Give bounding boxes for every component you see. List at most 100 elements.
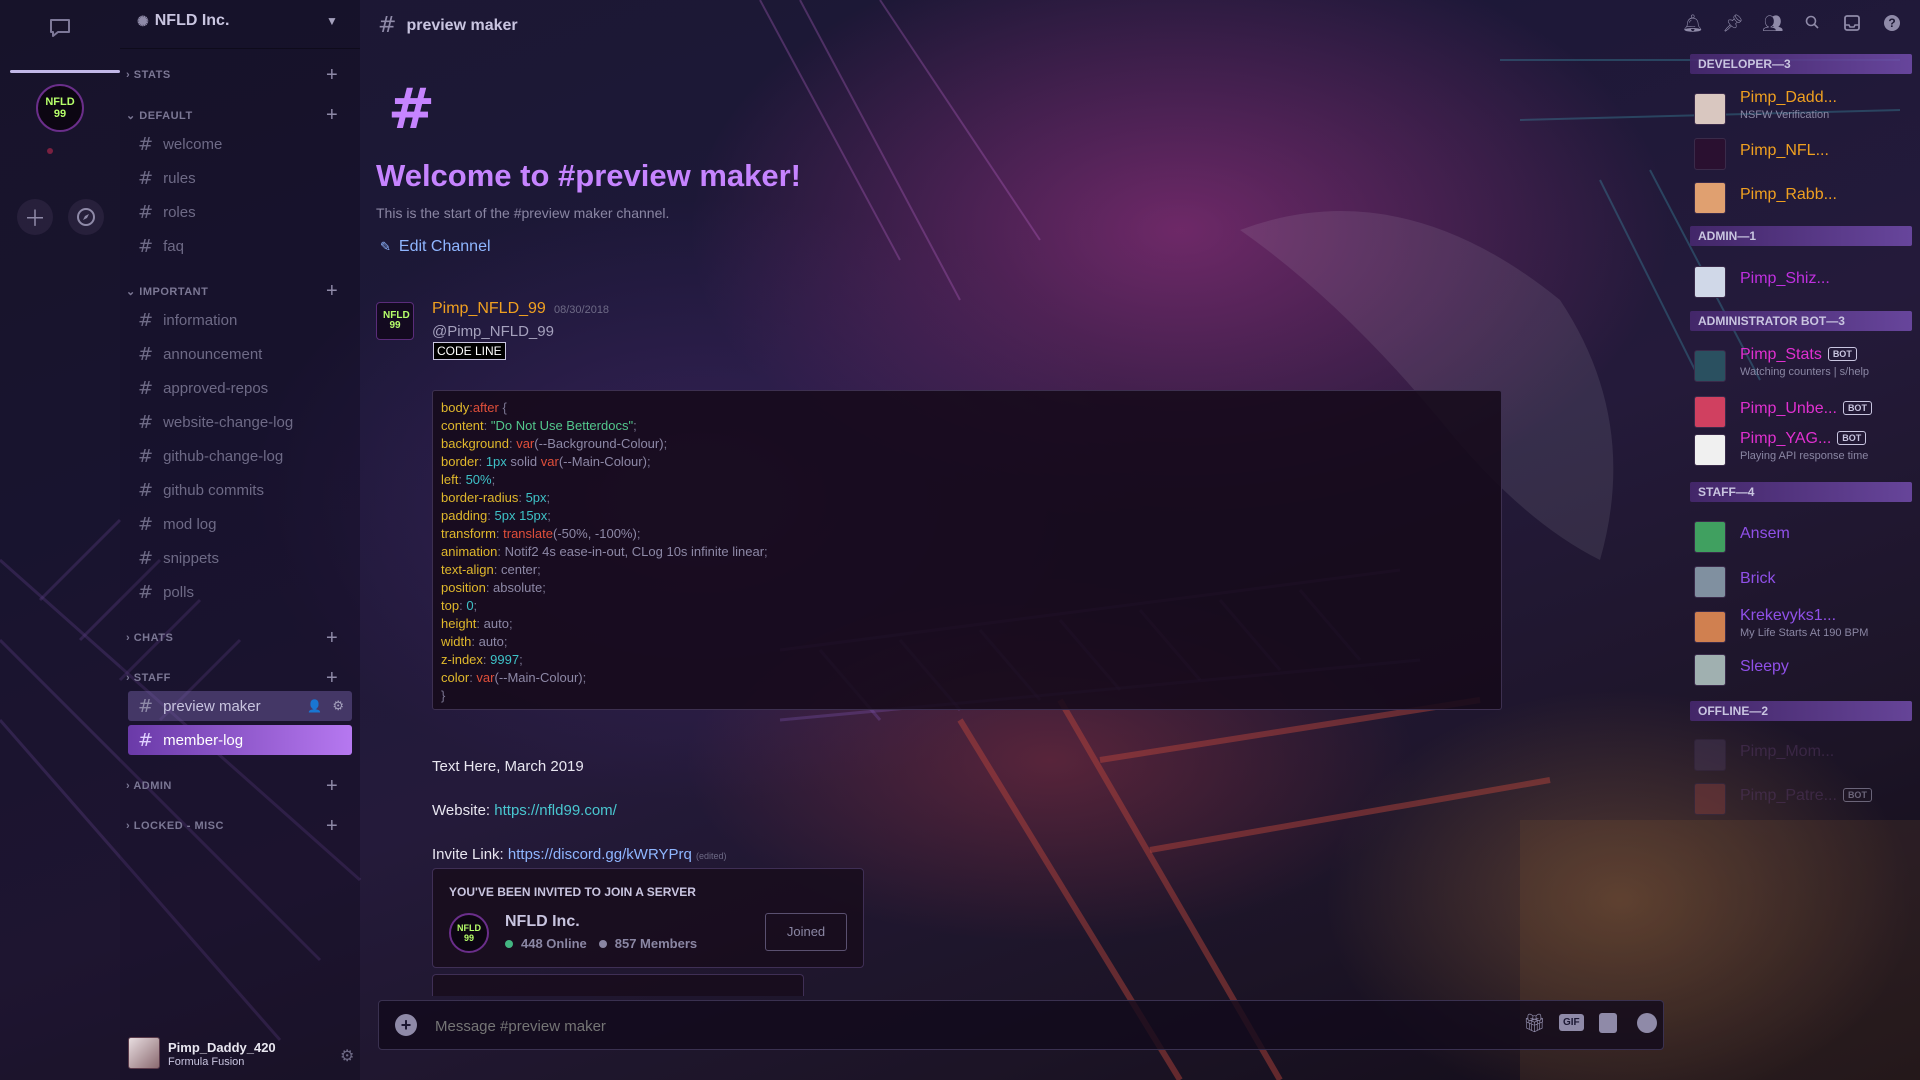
emoji-icon[interactable] — [1637, 1013, 1657, 1033]
channel-roles[interactable]: # roles — [138, 202, 196, 223]
channel-polls[interactable]: # polls — [138, 582, 194, 603]
channel-mod-log[interactable]: # mod log — [138, 514, 216, 535]
explore-servers-icon[interactable] — [68, 199, 104, 235]
sticker-icon[interactable] — [1599, 1013, 1617, 1033]
member-item[interactable]: Brick — [1694, 562, 1914, 602]
hash-icon: # — [138, 548, 154, 569]
channel-rules[interactable]: # rules — [138, 168, 196, 189]
pin-icon[interactable]: 📌︎ — [1722, 14, 1744, 34]
member-item[interactable]: Pimp_NFL... — [1694, 134, 1914, 174]
add-channel-icon[interactable]: + — [326, 628, 338, 648]
member-item[interactable]: Krekevyks1... My Life Starts At 190 BPM — [1694, 607, 1914, 647]
member-item[interactable]: Pimp_Shiz... — [1694, 262, 1914, 302]
hash-icon: # — [138, 412, 154, 433]
channel-snippets[interactable]: # snippets — [138, 548, 219, 569]
channel-github-commits[interactable]: # github commits — [138, 480, 264, 501]
add-channel-icon[interactable]: + — [326, 281, 338, 301]
inbox-icon[interactable] — [1842, 14, 1862, 34]
edit-channel-link[interactable]: ✎ Edit Channel — [380, 238, 491, 256]
joined-button[interactable]: Joined — [765, 913, 847, 951]
member-item[interactable]: Pimp_Rabb... — [1694, 178, 1914, 218]
member-name: Krekevyks1... — [1740, 607, 1837, 624]
add-server-icon[interactable]: ＋ — [17, 199, 53, 235]
message-mention[interactable]: @Pimp_NFLD_99 — [432, 323, 554, 340]
category-admin[interactable]: › ADMIN — [126, 780, 172, 792]
channel-faq[interactable]: # faq — [138, 236, 184, 257]
hash-icon: # — [138, 582, 154, 603]
server-icon-nfld[interactable]: NFLD 99 — [36, 84, 84, 132]
add-channel-icon[interactable]: + — [326, 776, 338, 796]
author-avatar[interactable]: NFLD 99 — [376, 302, 414, 340]
member-name: Ansem — [1740, 525, 1790, 542]
channel-member-log[interactable]: # member-log — [128, 725, 352, 755]
welcome-description: This is the start of the #preview maker … — [376, 205, 670, 221]
server-header[interactable]: ✺ NFLD Inc. — [137, 12, 229, 30]
add-channel-icon[interactable]: + — [326, 816, 338, 836]
website-link[interactable]: https://nfld99.com/ — [494, 802, 617, 819]
server-badge-icon: ✺ — [137, 12, 149, 29]
add-channel-icon[interactable]: + — [326, 668, 338, 688]
category-important[interactable]: ⌄ IMPORTANT — [126, 285, 208, 298]
category-locked-misc[interactable]: › LOCKED - MISC — [126, 820, 224, 832]
gif-icon[interactable]: GIF — [1559, 1014, 1584, 1031]
channel-sidebar — [120, 0, 360, 1080]
member-avatar — [1694, 739, 1726, 771]
member-avatar — [1694, 182, 1726, 214]
user-settings-gear-icon[interactable]: ⚙ — [340, 1046, 354, 1066]
hash-icon: # — [138, 236, 154, 257]
member-avatar — [1694, 434, 1726, 466]
hash-icon: # — [138, 202, 154, 223]
channel-preview-maker[interactable]: # preview maker 👤 ⚙ — [128, 691, 352, 721]
message-text: Text Here, March 2019 — [432, 758, 584, 775]
invite-link[interactable]: https://discord.gg/kWRYPrq — [508, 846, 692, 863]
gear-icon[interactable]: ⚙ — [332, 698, 352, 714]
channel-website-change-log[interactable]: # website-change-log — [138, 412, 293, 433]
member-group-header: ADMINISTRATOR BOT—3 — [1690, 311, 1912, 331]
pencil-icon: ✎ — [380, 239, 391, 254]
code-line: border-radius: 5px; — [441, 490, 551, 505]
category-staff[interactable]: › STAFF — [126, 672, 171, 684]
direct-messages-icon[interactable] — [40, 12, 80, 44]
hash-icon: # — [138, 168, 154, 189]
channel-approved-repos[interactable]: # approved-repos — [138, 378, 268, 399]
notification-bell-icon[interactable]: 🔔︎ — [1682, 14, 1704, 34]
member-name: Pimp_Dadd... — [1740, 89, 1837, 106]
channel-welcome[interactable]: # welcome — [138, 134, 222, 155]
code-line: position: absolute; — [441, 580, 546, 595]
member-item[interactable]: Pimp_YAG... BOT Playing API response time — [1694, 430, 1914, 470]
member-item[interactable]: Pimp_Mom... — [1694, 735, 1914, 775]
channel-announcement[interactable]: # announcement — [138, 344, 262, 365]
member-group-header: ADMIN—1 — [1690, 226, 1912, 246]
member-avatar — [1694, 138, 1726, 170]
member-list-icon[interactable]: 👥︎ — [1762, 14, 1784, 34]
invite-member-icon[interactable]: 👤 — [307, 699, 322, 713]
add-channel-icon[interactable]: + — [326, 105, 338, 125]
category-chats[interactable]: › CHATS — [126, 632, 173, 644]
category-default[interactable]: ⌄ DEFAULT — [126, 109, 193, 122]
chevron-down-icon[interactable]: ▼ — [326, 14, 338, 28]
help-icon[interactable]: ? — [1882, 14, 1902, 34]
member-item[interactable]: Ansem — [1694, 517, 1914, 557]
code-line: content: "Do Not Use Betterdocs"; — [441, 418, 637, 433]
user-avatar[interactable] — [128, 1037, 160, 1069]
channel-information[interactable]: # information — [138, 310, 237, 331]
gift-icon[interactable]: 🎁︎ — [1523, 1013, 1546, 1034]
search-icon[interactable] — [1802, 14, 1822, 34]
member-item[interactable]: Pimp_Stats BOT Watching counters | s/help — [1694, 346, 1914, 386]
add-channel-icon[interactable]: + — [326, 65, 338, 85]
member-item[interactable]: Pimp_Dadd... NSFW Verification — [1694, 89, 1914, 129]
member-item[interactable]: Pimp_Unbe... BOT — [1694, 392, 1914, 432]
category-stats[interactable]: › STATS — [126, 69, 171, 81]
channel-github-change-log[interactable]: # github-change-log — [138, 446, 283, 467]
upload-plus-icon[interactable]: + — [395, 1014, 417, 1036]
member-activity: My Life Starts At 190 BPM — [1740, 627, 1869, 639]
online-dot-icon — [505, 939, 513, 948]
member-item[interactable]: Pimp_Patre... BOT — [1694, 779, 1914, 819]
hash-icon: # — [378, 13, 397, 38]
member-item[interactable]: Sleepy — [1694, 650, 1914, 690]
message-input[interactable] — [433, 1011, 1437, 1041]
message-author[interactable]: Pimp_NFLD_99 — [432, 300, 546, 318]
invite-card: YOU'VE BEEN INVITED TO JOIN A SERVER NFL… — [432, 868, 864, 968]
member-name: Pimp_Mom... — [1740, 743, 1835, 760]
sidebar-header-divider — [120, 48, 360, 49]
